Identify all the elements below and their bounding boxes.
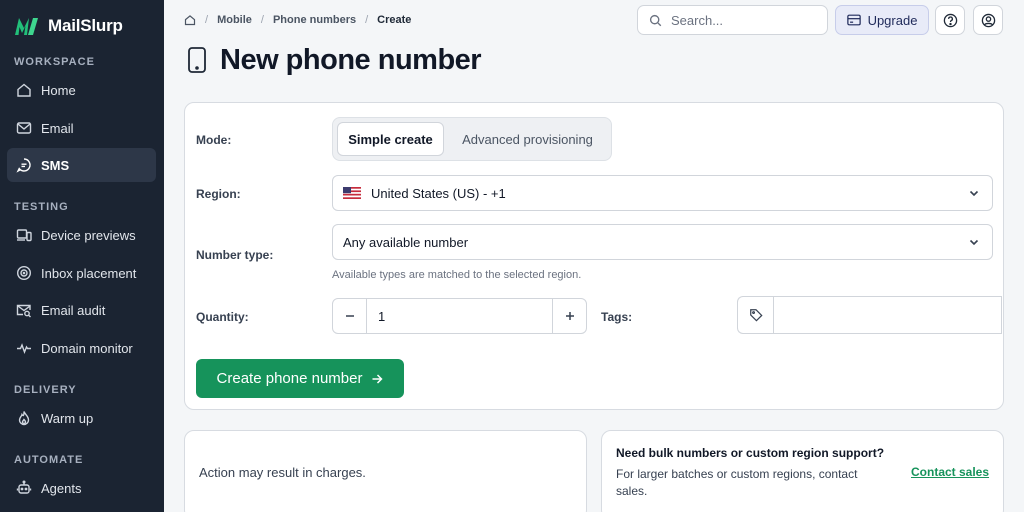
bulk-description: For larger batches or custom regions, co…: [616, 467, 858, 498]
quantity-input[interactable]: 1: [378, 309, 385, 324]
phone-icon: [188, 47, 206, 73]
quantity-label: Quantity:: [196, 310, 249, 324]
breadcrumb: / Mobile / Phone numbers / Create: [184, 13, 411, 27]
sidebar-item-label: Home: [41, 82, 76, 98]
upgrade-label: Upgrade: [867, 12, 918, 28]
chevron-down-icon: [969, 239, 979, 246]
mode-option-advanced[interactable]: Advanced provisioning: [446, 122, 609, 156]
sidebar-item-label: Warm up: [41, 410, 94, 426]
page-header: New phone number: [186, 43, 482, 76]
sidebar-item-label: Device previews: [41, 227, 136, 243]
chat-icon: [16, 158, 31, 173]
search-placeholder: Search...: [671, 12, 724, 28]
breadcrumb-separator: /: [365, 14, 369, 26]
page-title: New phone number: [220, 43, 482, 76]
charges-notice: Action may result in charges.: [184, 430, 587, 512]
mode-toggle: Simple create Advanced provisioning: [332, 117, 612, 161]
target-icon: [16, 265, 32, 281]
sidebar-item-label: Inbox placement: [41, 265, 137, 281]
create-number-form: Mode: Simple create Advanced provisionin…: [184, 102, 1004, 410]
tags-divider: [1000, 297, 1002, 333]
pulse-icon: [17, 343, 31, 354]
sidebar-item-label: Email audit: [41, 302, 106, 318]
sidebar-item-label: Email: [41, 120, 74, 136]
user-circle-icon: [981, 13, 995, 27]
bulk-support-card: Need bulk numbers or custom region suppo…: [601, 430, 1004, 512]
sidebar-item-agents[interactable]: Agents: [7, 471, 156, 505]
number-type-label: Number type:: [196, 248, 274, 262]
upgrade-button[interactable]: Upgrade: [835, 5, 929, 35]
create-button-label: Create phone number: [216, 370, 363, 387]
breadcrumb-current: Create: [377, 14, 412, 26]
create-phone-number-button[interactable]: Create phone number: [196, 359, 404, 398]
breadcrumb-mobile[interactable]: Mobile: [217, 14, 252, 26]
quantity-increment-button[interactable]: [552, 299, 586, 333]
search-input[interactable]: Search...: [637, 5, 828, 35]
devices-icon: [16, 229, 32, 242]
sidebar-item-device-previews[interactable]: Device previews: [7, 218, 156, 252]
sidebar-item-inbox-placement[interactable]: Inbox placement: [7, 256, 156, 290]
region-label: Region:: [196, 187, 241, 201]
region-value: United States (US) - +1: [371, 185, 506, 201]
sidebar-item-email-audit[interactable]: Email audit: [7, 293, 156, 327]
contact-sales-link[interactable]: Contact sales: [911, 465, 989, 479]
mode-option-simple[interactable]: Simple create: [337, 122, 444, 156]
breadcrumb-phone-numbers[interactable]: Phone numbers: [273, 14, 356, 26]
sidebar-item-warm-up[interactable]: Warm up: [7, 401, 156, 435]
sidebar: MailSlurp WORKSPACE Home Email SMS TESTI…: [0, 0, 164, 512]
help-button[interactable]: [935, 5, 965, 35]
tag-icon: [749, 309, 763, 322]
quantity-stepper: 1: [332, 298, 587, 334]
mode-label: Mode:: [196, 133, 232, 147]
mailslurp-logo-icon: [15, 18, 38, 35]
section-title-delivery: DELIVERY: [14, 384, 77, 396]
sidebar-item-label: Domain monitor: [41, 340, 133, 356]
help-icon: [943, 13, 957, 27]
minus-icon: [345, 315, 354, 317]
region-select[interactable]: United States (US) - +1: [332, 175, 993, 211]
mail-icon: [16, 122, 32, 134]
number-type-value: Any available number: [343, 234, 469, 250]
sidebar-item-email[interactable]: Email: [7, 111, 156, 145]
number-type-select[interactable]: Any available number: [332, 224, 993, 260]
account-button[interactable]: [973, 5, 1003, 35]
number-type-hint: Available types are matched to the selec…: [332, 269, 582, 281]
section-title-workspace: WORKSPACE: [14, 56, 95, 68]
search-icon: [649, 14, 662, 26]
sidebar-item-sms[interactable]: SMS: [7, 148, 156, 182]
breadcrumb-separator: /: [260, 14, 264, 26]
robot-icon: [16, 480, 32, 494]
sidebar-item-label: Agents: [41, 480, 82, 496]
bulk-title: Need bulk numbers or custom region suppo…: [616, 446, 885, 460]
sidebar-item-home[interactable]: Home: [7, 73, 156, 107]
quantity-decrement-button[interactable]: [333, 299, 367, 333]
home-icon: [17, 83, 31, 97]
tag-icon-box: [738, 297, 774, 333]
arrow-right-icon: [372, 373, 384, 384]
tags-input[interactable]: [737, 296, 1002, 334]
brand-name: MailSlurp: [48, 16, 123, 35]
breadcrumb-separator: /: [205, 14, 209, 26]
chevron-down-icon: [969, 190, 979, 197]
us-flag-icon: [343, 187, 361, 199]
sidebar-item-label: SMS: [41, 157, 70, 173]
home-icon[interactable]: [184, 14, 196, 26]
tags-label: Tags:: [601, 310, 633, 324]
sidebar-item-domain-monitor[interactable]: Domain monitor: [7, 331, 156, 365]
section-title-automate: AUTOMATE: [14, 454, 84, 466]
section-title-testing: TESTING: [14, 201, 69, 213]
flame-icon: [18, 411, 30, 426]
credit-card-icon: [846, 14, 861, 26]
charges-text: Action may result in charges.: [199, 465, 366, 480]
mail-search-icon: [16, 304, 31, 318]
plus-icon: [565, 312, 574, 320]
brand[interactable]: MailSlurp: [14, 14, 123, 38]
